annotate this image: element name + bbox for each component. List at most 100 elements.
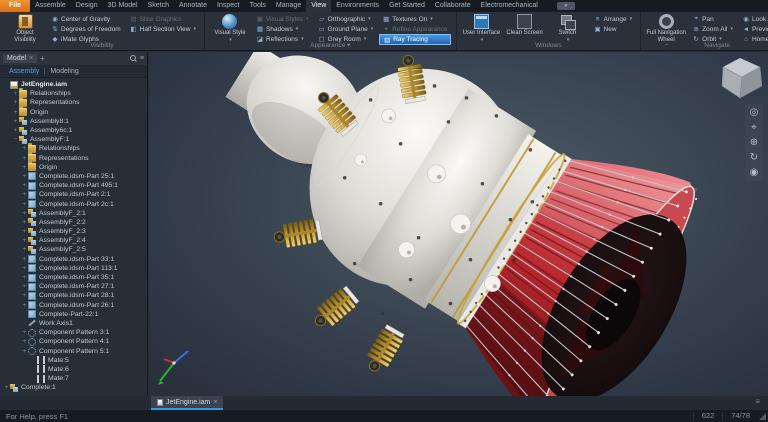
tree-item-component-pattern-5-1[interactable]: + Component Pattern 5:1 xyxy=(0,346,147,356)
tree-expander[interactable]: + xyxy=(21,182,28,189)
ribbon-item-shadows[interactable]: ▦ Shadows ▾ xyxy=(253,24,312,34)
tree-item-representations[interactable]: + Representations xyxy=(0,152,147,163)
tree-expander[interactable]: + xyxy=(3,384,10,391)
document-tab-jetengine[interactable]: JetEngine.iam × xyxy=(151,396,224,410)
ribbon-tab-assemble[interactable]: Assemble xyxy=(30,0,71,12)
tree-expander[interactable]: + xyxy=(21,155,28,162)
tree-item-complete-idsm-part-2c-1[interactable]: + Complete.idsm-Part 2c:1 xyxy=(0,199,147,209)
tree-expander[interactable]: + xyxy=(21,302,28,309)
tree-item-mate-5[interactable]: Mate:5 xyxy=(0,356,147,365)
ribbon-item-zoom-all[interactable]: ⊕ Zoom All ▾ xyxy=(689,24,736,34)
tree-expander[interactable]: + xyxy=(21,348,28,355)
ribbon-item-arrange[interactable]: ≡ Arrange ▾ xyxy=(591,14,636,24)
tab-bar-menu-icon[interactable]: ≡ xyxy=(755,397,760,410)
tree-expander[interactable]: + xyxy=(21,265,28,272)
tree-item-complete-idsm-part-26-1[interactable]: + Complete.idsm-Part 26:1 xyxy=(0,301,147,310)
ribbon-options-toggle[interactable]: ▾ xyxy=(556,2,575,10)
tree-expander[interactable]: + xyxy=(21,246,28,253)
navigation-wheel-icon[interactable]: ◎ xyxy=(750,107,759,118)
ribbon-button-object-visibility[interactable]: Object Visibility xyxy=(5,14,45,45)
ribbon-button-visual-style[interactable]: Visual Style ▾ xyxy=(210,14,250,45)
ribbon-button-switch[interactable]: Switch ▾ xyxy=(548,14,588,45)
view-cube[interactable] xyxy=(720,56,764,102)
ribbon-item-half-section-view[interactable]: ◧ Half Section View ▾ xyxy=(127,24,199,34)
close-icon[interactable]: × xyxy=(29,55,33,62)
tree-expander[interactable]: − xyxy=(12,136,19,143)
ribbon-tab-get-started[interactable]: Get Started xyxy=(384,0,430,12)
tree-item-component-pattern-4-1[interactable]: + Component Pattern 4:1 xyxy=(0,337,147,346)
ribbon-item-new[interactable]: ▣ New xyxy=(591,24,636,34)
ribbon-item-orthographic[interactable]: ▱ Orthographic ▾ xyxy=(315,14,377,24)
tree-item-mate-7[interactable]: Mate:7 xyxy=(0,374,147,383)
tree-item-complete-idsm-part-35-1[interactable]: + Complete.idsm-Part 35:1 xyxy=(0,273,147,282)
tree-item-complete-idsm-part-2-1[interactable]: + Complete.idsm-Part 2:1 xyxy=(0,190,147,199)
ribbon-tab-manage[interactable]: Manage xyxy=(271,0,306,12)
viewport-3d[interactable]: ◎ ⌖ ⊕ ↻ ◉ xyxy=(149,52,768,398)
tree-item-complete-part-22-1[interactable]: Complete-Part-22:1 xyxy=(0,310,147,319)
tree-item-origin[interactable]: + Origin xyxy=(0,106,147,117)
orbit-icon[interactable]: ↻ xyxy=(750,152,758,163)
tree-expander[interactable]: + xyxy=(21,219,28,226)
tree-expander[interactable]: + xyxy=(21,173,28,180)
tree-item-assemblyf-2-1[interactable]: + AssemblyF_2:1 xyxy=(0,209,147,218)
ribbon-tab-environments[interactable]: Environments xyxy=(331,0,384,12)
tree-expander[interactable]: + xyxy=(21,338,28,345)
tree-expander[interactable]: + xyxy=(21,292,28,299)
tree-expander[interactable]: + xyxy=(21,237,28,244)
tree-item-assemblyf-2-4[interactable]: + AssemblyF_2:4 xyxy=(0,236,147,245)
tree-item-complete-idsm-part-495-1[interactable]: + Complete.idsm-Part 495:1 xyxy=(0,181,147,190)
ribbon-item-ground-plane[interactable]: ▭ Ground Plane ▾ xyxy=(315,24,377,34)
tree-expander[interactable]: + xyxy=(21,329,28,336)
tree-expander[interactable]: + xyxy=(21,210,28,217)
ribbon-tab-tools[interactable]: Tools xyxy=(245,0,271,12)
tree-item-assemblyf-1[interactable]: − AssemblyF:1 xyxy=(0,135,147,144)
close-icon[interactable]: × xyxy=(213,399,217,406)
browser-subtab-modeling[interactable]: Modeling xyxy=(44,67,83,75)
tree-item-complete-idsm-part-28-1[interactable]: + Complete.idsm-Part 28:1 xyxy=(0,291,147,300)
ribbon-tab-electromechanical[interactable]: Electromechanical xyxy=(476,0,543,12)
tree-item-origin[interactable]: + Origin xyxy=(0,161,147,172)
ribbon-tab-sketch[interactable]: Sketch xyxy=(143,0,174,12)
tree-item-complete-idsm-part-25-1[interactable]: + Complete.idsm-Part 25:1 xyxy=(0,172,147,181)
tree-item-complete-idsm-part-27-1[interactable]: + Complete.idsm-Part 27:1 xyxy=(0,282,147,291)
tree-expander[interactable]: + xyxy=(12,90,19,97)
ribbon-button-full-navigation-wheel[interactable]: Full Navigation Wheel▾ xyxy=(646,14,686,45)
look-at-icon[interactable]: ◉ xyxy=(750,167,759,178)
file-menu-button[interactable]: File xyxy=(0,0,31,12)
ribbon-item-center-of-gravity[interactable]: ◉ Center of Gravity xyxy=(48,14,124,24)
ribbon-item-look-at[interactable]: ◉Look At xyxy=(739,14,768,24)
ribbon-tab-design[interactable]: Design xyxy=(71,0,103,12)
ribbon-item-textures-on[interactable]: ▩ Textures On ▾ xyxy=(379,14,450,24)
tree-item-assembly6c-1[interactable]: + Assembly6c:1 xyxy=(0,126,147,135)
tree-expander[interactable]: + xyxy=(21,191,28,198)
ribbon-tab-inspect[interactable]: Inspect xyxy=(212,0,245,12)
tree-item-component-pattern-3-1[interactable]: + Component Pattern 3:1 xyxy=(0,328,147,337)
tree-item-complete-idsm-part-33-1[interactable]: + Complete.idsm-Part 33:1 xyxy=(0,255,147,264)
ribbon-tab-annotate[interactable]: Annotate xyxy=(174,0,212,12)
ribbon-button-user-interface[interactable]: User Interface ▾ xyxy=(462,14,502,45)
tree-item-assemblyf-2-3[interactable]: + AssemblyF_2:3 xyxy=(0,227,147,236)
search-icon[interactable] xyxy=(129,55,137,62)
tree-expander[interactable]: + xyxy=(12,109,19,116)
tree-expander[interactable]: + xyxy=(21,256,28,263)
tree-expander[interactable]: + xyxy=(12,99,19,106)
ribbon-tab-3d-model[interactable]: 3D Model xyxy=(103,0,143,12)
ribbon-item-degrees-of-freedom[interactable]: ⇅ Degrees of Freedom xyxy=(48,24,124,34)
jet-engine-model[interactable] xyxy=(149,52,768,398)
ribbon-item-previous[interactable]: ◄Previous▾ xyxy=(739,24,768,34)
tree-item-relationships[interactable]: + Relationships xyxy=(0,142,147,153)
tree-expander[interactable]: + xyxy=(21,201,28,208)
tree-item-assemblyf-2-2[interactable]: + AssemblyF_2:2 xyxy=(0,218,147,227)
browser-subtab-assembly[interactable]: Assembly xyxy=(4,68,44,75)
resize-grip[interactable] xyxy=(758,412,766,420)
tree-item-assemblyf-2-5[interactable]: + AssemblyF_2:5 xyxy=(0,245,147,254)
tree-item-complete-1[interactable]: + Complete:1 xyxy=(0,383,147,392)
tree-item-complete-idsm-part-113-1[interactable]: + Complete.idsm-Part 113:1 xyxy=(0,264,147,273)
zoom-icon[interactable]: ⊕ xyxy=(750,137,758,148)
tree-expander[interactable]: + xyxy=(12,118,19,125)
tree-item-work-axis1[interactable]: Work Axis1 xyxy=(0,319,147,328)
ribbon-tab-view[interactable]: View xyxy=(306,0,332,12)
add-tab-button[interactable]: + xyxy=(40,54,45,63)
tree-expander[interactable]: + xyxy=(21,274,28,281)
pan-icon[interactable]: ⌖ xyxy=(751,122,757,133)
